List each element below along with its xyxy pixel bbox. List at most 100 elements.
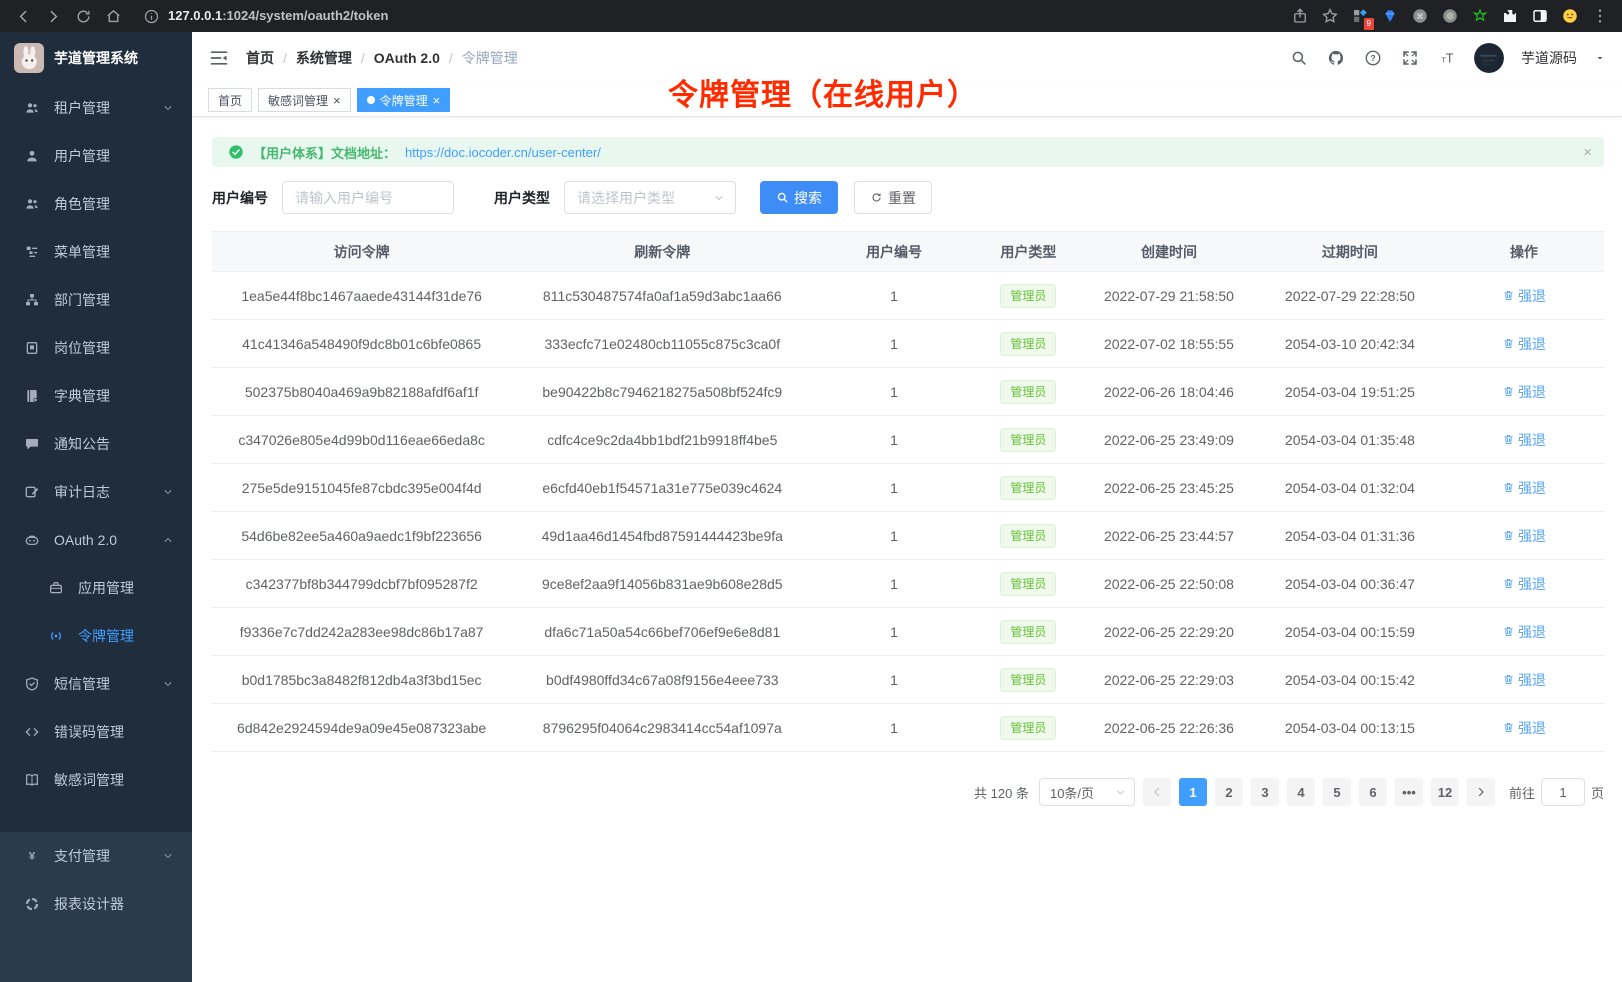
- force-logout-button[interactable]: 强退: [1502, 718, 1546, 738]
- sidebar-item-post[interactable]: 岗位管理: [0, 324, 192, 372]
- page-size-select[interactable]: 10条/页: [1039, 778, 1135, 806]
- svg-text:⌘: ⌘: [1416, 12, 1424, 21]
- browser-menu-icon[interactable]: [1588, 4, 1612, 28]
- breadcrumb-item[interactable]: OAuth 2.0: [374, 50, 440, 66]
- sidebar-item-oauth2-app[interactable]: 应用管理: [0, 564, 192, 612]
- user-id-cell: 1: [813, 704, 974, 752]
- split-view-icon[interactable]: [1528, 4, 1552, 28]
- tab-首页[interactable]: 首页: [208, 88, 252, 112]
- search-icon[interactable]: [1289, 48, 1309, 68]
- sidebar-item-label: 岗位管理: [54, 338, 110, 358]
- force-logout-button[interactable]: 强退: [1502, 430, 1546, 450]
- next-page-button[interactable]: [1467, 778, 1495, 806]
- refresh-token-cell: 49d1aa46d1454fbd87591444423be9fa: [511, 512, 813, 560]
- sidebar-item-tenant[interactable]: 租户管理: [0, 84, 192, 132]
- force-logout-button[interactable]: 强退: [1502, 334, 1546, 354]
- book-open-icon: [24, 772, 40, 788]
- site-info-icon[interactable]: [142, 7, 160, 25]
- browser-reload-icon[interactable]: [70, 3, 96, 29]
- app-title: 芋道管理系统: [54, 48, 138, 68]
- force-logout-button[interactable]: 强退: [1502, 622, 1546, 642]
- action-cell: 强退: [1444, 416, 1604, 464]
- sidebar-item-dict[interactable]: 字典管理: [0, 372, 192, 420]
- page-button-2[interactable]: 2: [1215, 778, 1243, 806]
- browser-home-icon[interactable]: [100, 3, 126, 29]
- help-icon[interactable]: ?: [1363, 48, 1383, 68]
- profile-avatar-icon[interactable]: [1558, 4, 1582, 28]
- font-size-icon[interactable]: TT: [1437, 48, 1457, 68]
- search-button[interactable]: 搜索: [760, 181, 838, 214]
- sidebar-item-dept[interactable]: 部门管理: [0, 276, 192, 324]
- fullscreen-icon[interactable]: [1400, 48, 1420, 68]
- extension-star-icon[interactable]: [1468, 4, 1492, 28]
- extension-record-icon[interactable]: [1438, 4, 1462, 28]
- force-logout-button[interactable]: 强退: [1502, 478, 1546, 498]
- browser-forward-icon[interactable]: [40, 3, 66, 29]
- tabs-bar: 首页敏感词管理×令牌管理×: [192, 84, 1622, 117]
- tab-close-icon[interactable]: ×: [433, 94, 441, 107]
- username[interactable]: 芋道源码: [1521, 48, 1577, 68]
- report-icon: [24, 896, 40, 912]
- page-button-1[interactable]: 1: [1179, 778, 1207, 806]
- sidebar-item-sensitive-word[interactable]: 敏感词管理: [0, 756, 192, 804]
- tab-close-icon[interactable]: ×: [333, 94, 341, 107]
- force-logout-button[interactable]: 强退: [1502, 670, 1546, 690]
- caret-down-icon[interactable]: [1594, 52, 1606, 64]
- breadcrumb-item[interactable]: 系统管理: [296, 48, 352, 68]
- user-type-select[interactable]: 请选择用户类型: [564, 181, 736, 214]
- goto-page-input[interactable]: [1541, 778, 1585, 806]
- bookmark-star-icon[interactable]: [1318, 4, 1342, 28]
- expire-time-cell: 2054-03-04 00:15:59: [1256, 608, 1444, 656]
- chevron-up-icon: [162, 534, 174, 546]
- sidebar-item-role[interactable]: 角色管理: [0, 180, 192, 228]
- briefcase-icon: [48, 580, 64, 596]
- page-button-12[interactable]: 12: [1431, 778, 1459, 806]
- collapse-sidebar-icon[interactable]: [208, 47, 230, 69]
- sidebar-item-sms[interactable]: 短信管理: [0, 660, 192, 708]
- force-logout-button[interactable]: 强退: [1502, 286, 1546, 306]
- tab-令牌管理[interactable]: 令牌管理×: [357, 88, 451, 112]
- extension-grid-icon[interactable]: 9: [1348, 4, 1372, 28]
- extension-puzzle-icon[interactable]: [1498, 4, 1522, 28]
- user-id-input[interactable]: [282, 181, 454, 214]
- page-button-3[interactable]: 3: [1251, 778, 1279, 806]
- sidebar-item-error-code[interactable]: 错误码管理: [0, 708, 192, 756]
- user-id-cell: 1: [813, 512, 974, 560]
- force-logout-button[interactable]: 强退: [1502, 382, 1546, 402]
- user-type-badge: 管理员: [1000, 476, 1056, 500]
- share-icon[interactable]: [1288, 4, 1312, 28]
- sidebar-item-audit-log[interactable]: 审计日志: [0, 468, 192, 516]
- more-pages-button[interactable]: •••: [1395, 778, 1423, 806]
- page-button-4[interactable]: 4: [1287, 778, 1315, 806]
- force-logout-button[interactable]: 强退: [1502, 574, 1546, 594]
- sidebar-item-pay[interactable]: ¥支付管理: [0, 832, 192, 880]
- extension-gem-icon[interactable]: [1378, 4, 1402, 28]
- force-logout-button[interactable]: 强退: [1502, 526, 1546, 546]
- sidebar-item-report-designer[interactable]: 报表设计器: [0, 880, 192, 928]
- sidebar-item-user[interactable]: 用户管理: [0, 132, 192, 180]
- prev-page-button[interactable]: [1143, 778, 1171, 806]
- filter-form: 用户编号 用户类型 请选择用户类型 搜索 重置: [212, 181, 1604, 214]
- sidebar-item-notice[interactable]: 通知公告: [0, 420, 192, 468]
- column-header: 刷新令牌: [511, 232, 813, 272]
- tab-敏感词管理[interactable]: 敏感词管理×: [258, 88, 351, 112]
- page-button-5[interactable]: 5: [1323, 778, 1351, 806]
- expire-time-cell: 2054-03-04 00:36:47: [1256, 560, 1444, 608]
- alert-close-icon[interactable]: ×: [1583, 144, 1592, 161]
- address-bar[interactable]: 127.0.0.1:1024/system/oauth2/token: [142, 7, 1284, 25]
- sidebar-item-label: 错误码管理: [54, 722, 124, 742]
- refresh-token-cell: 333ecfc71e02480cb11055c875c3ca0f: [511, 320, 813, 368]
- column-header: 用户类型: [975, 232, 1082, 272]
- github-icon[interactable]: [1326, 48, 1346, 68]
- browser-back-icon[interactable]: [10, 3, 36, 29]
- extension-command-icon[interactable]: ⌘: [1408, 4, 1432, 28]
- doc-link[interactable]: https://doc.iocoder.cn/user-center/: [405, 145, 601, 160]
- reset-button[interactable]: 重置: [854, 181, 932, 214]
- sidebar-item-oauth2[interactable]: OAuth 2.0: [0, 516, 192, 564]
- sidebar-item-oauth2-token[interactable]: 令牌管理: [0, 612, 192, 660]
- page-button-6[interactable]: 6: [1359, 778, 1387, 806]
- sidebar-item-menu[interactable]: 菜单管理: [0, 228, 192, 276]
- breadcrumb-item[interactable]: 首页: [246, 48, 274, 68]
- user-avatar[interactable]: [1474, 43, 1504, 73]
- sidebar-menu: 租户管理用户管理角色管理菜单管理部门管理岗位管理字典管理通知公告审计日志OAut…: [0, 84, 192, 804]
